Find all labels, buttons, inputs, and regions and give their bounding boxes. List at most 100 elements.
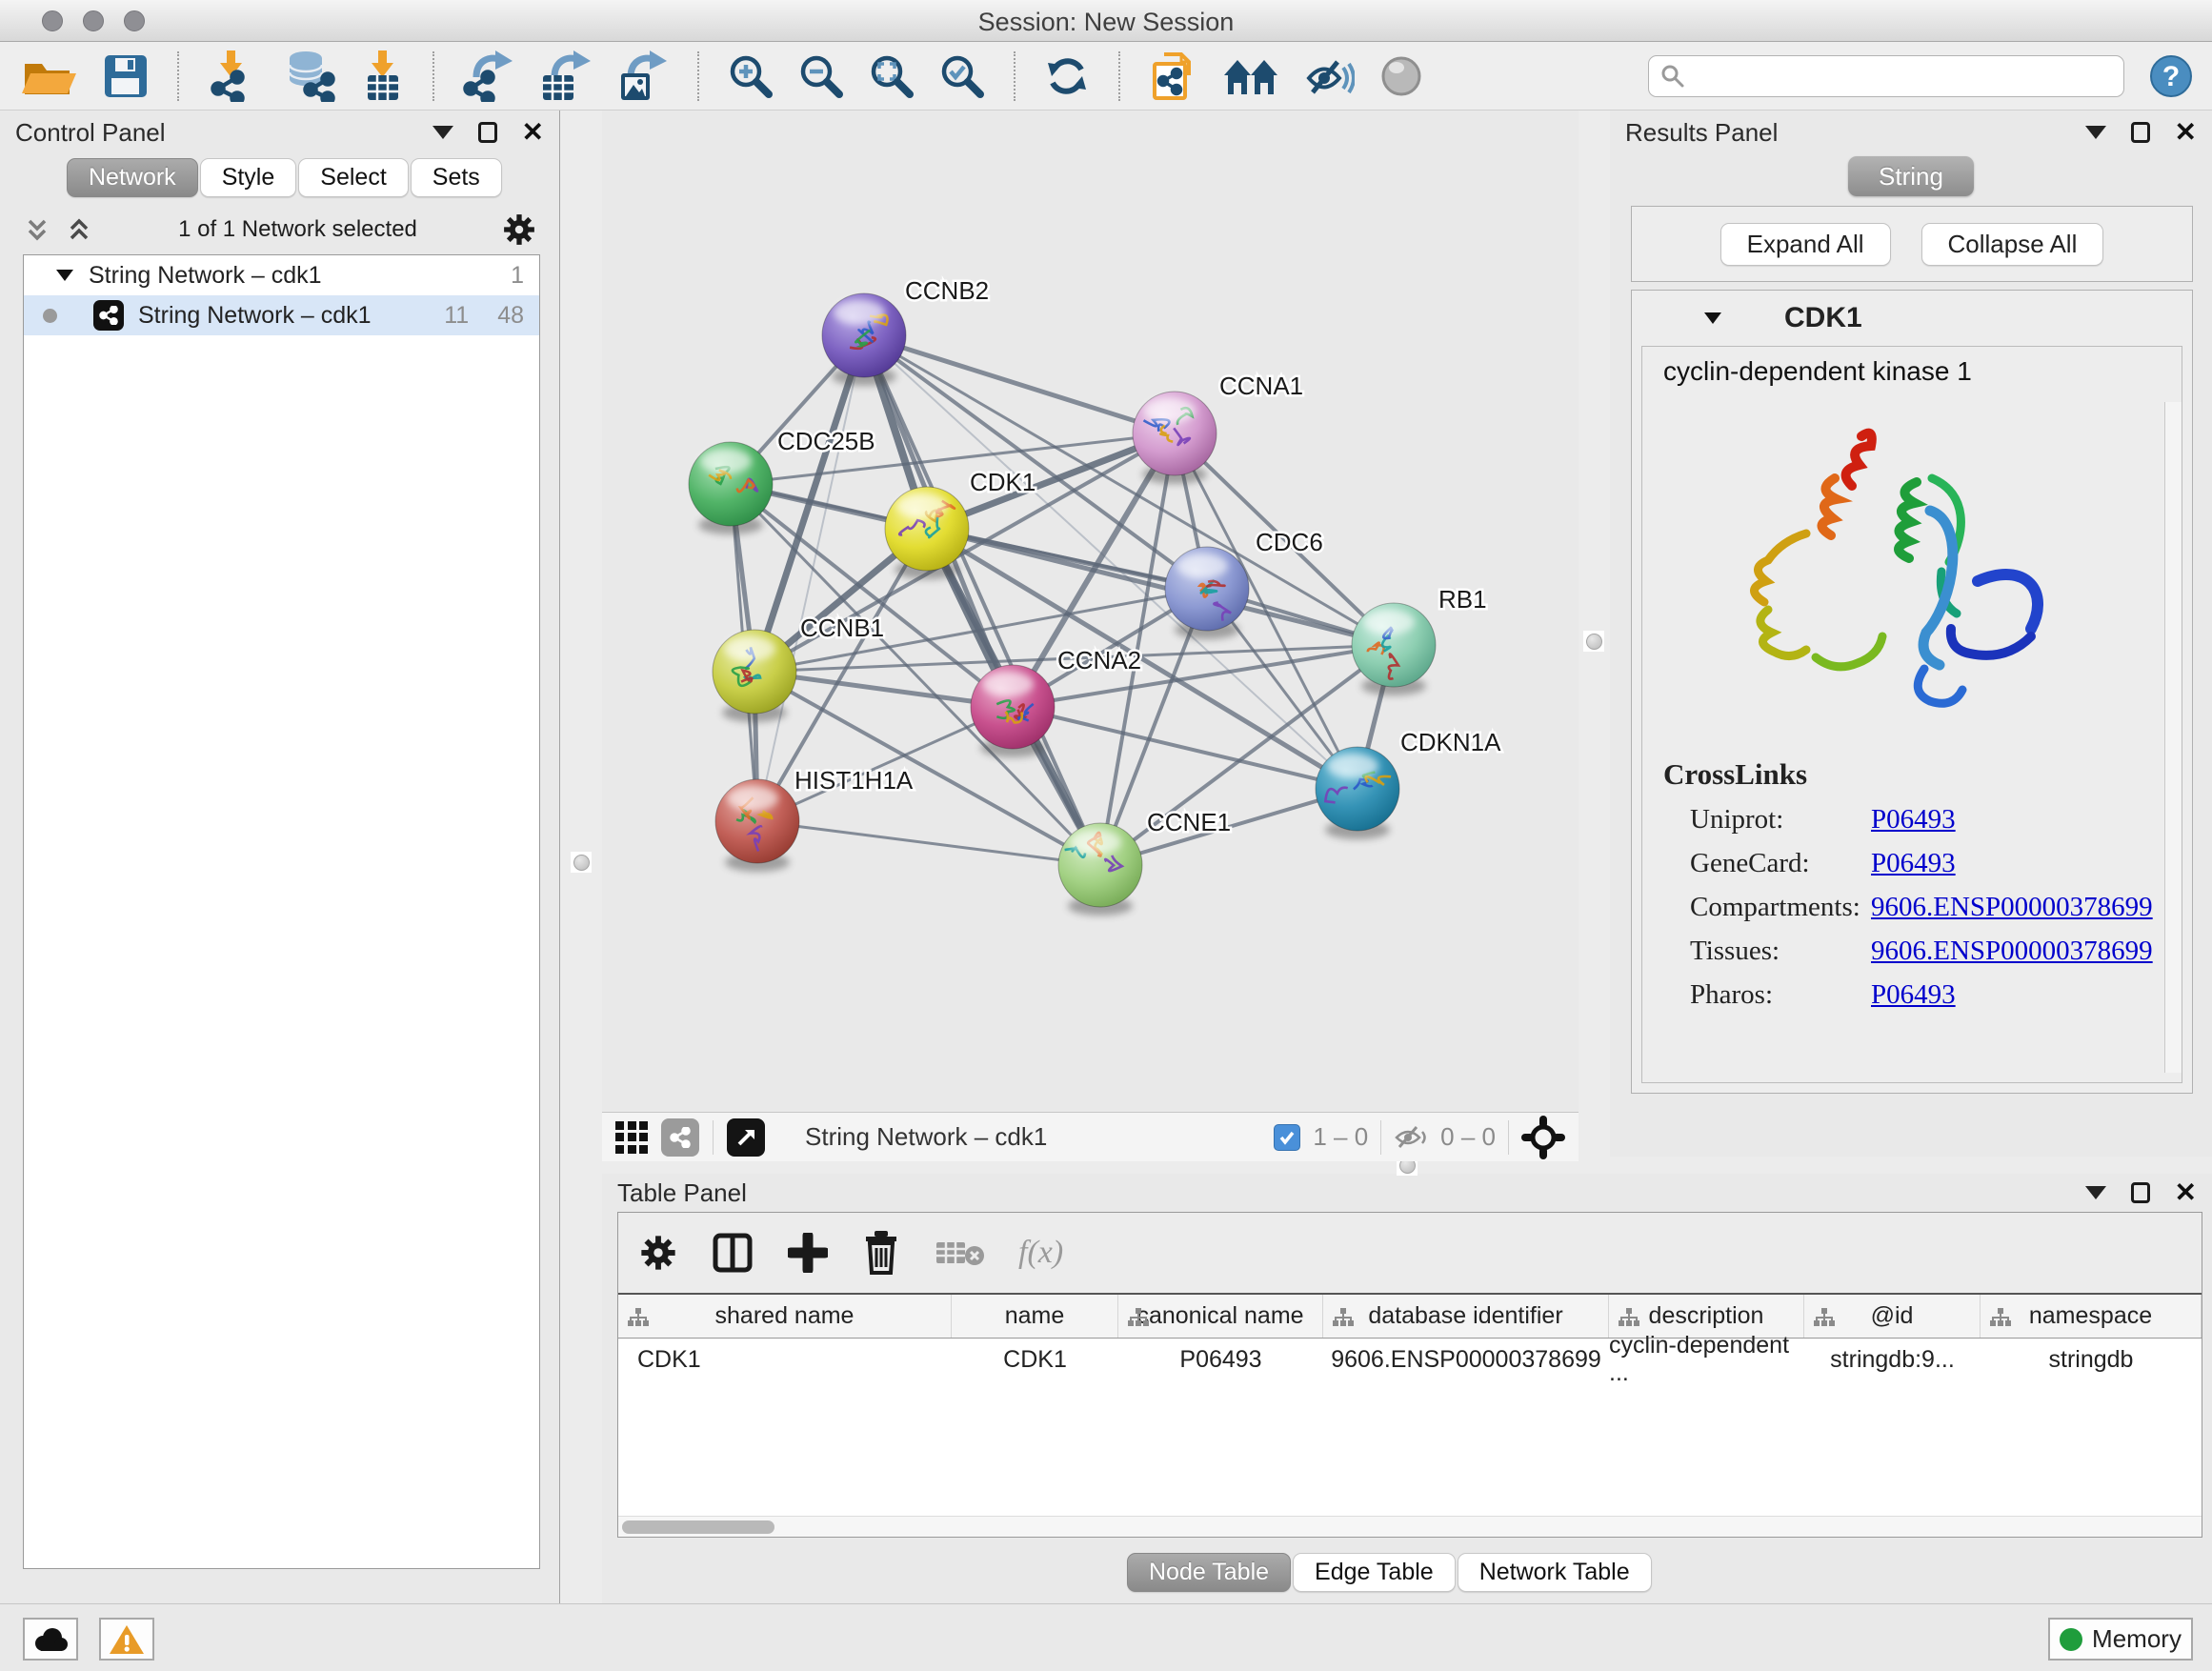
network-node-CCNE1[interactable] <box>1058 823 1142 916</box>
node-label: CDKN1A <box>1400 728 1501 756</box>
column-header-namespace[interactable]: namespace <box>1981 1295 2202 1338</box>
fit-selected-crosshair-icon[interactable] <box>1521 1116 1565 1159</box>
selected-count: 1 – 0 <box>1313 1122 1368 1152</box>
gene-collapse-icon[interactable] <box>1704 312 1721 324</box>
column-header-description[interactable]: description <box>1609 1295 1804 1338</box>
column-header-shared-name[interactable]: shared name <box>618 1295 952 1338</box>
network-node-CDKN1A[interactable] <box>1316 747 1399 839</box>
import-network-icon[interactable] <box>208 50 257 102</box>
control-panel-close-icon[interactable]: ✕ <box>522 119 544 146</box>
network-node-CDC25B[interactable] <box>689 442 773 534</box>
table-hscrollbar-thumb[interactable] <box>622 1520 774 1534</box>
detach-view-icon[interactable] <box>727 1118 765 1157</box>
search-field[interactable] <box>1648 55 2124 97</box>
table-hscrollbar[interactable] <box>618 1516 2202 1537</box>
view-grid-icon[interactable] <box>615 1121 648 1154</box>
network-collection-row[interactable]: String Network – cdk1 1 <box>24 255 539 295</box>
import-database-icon[interactable] <box>282 50 337 102</box>
column-header-name[interactable]: name <box>952 1295 1118 1338</box>
hidden-count: 0 – 0 <box>1440 1122 1496 1152</box>
cloud-status-button[interactable] <box>23 1618 78 1661</box>
show-columns-icon[interactable] <box>712 1232 754 1274</box>
results-panel-title: Results Panel <box>1625 118 1778 148</box>
network-node-CCNA1[interactable] <box>1133 392 1217 484</box>
crosslink-link[interactable]: 9606.ENSP00000378699 <box>1871 936 2153 967</box>
collapse-all-button[interactable]: Collapse All <box>1921 223 2104 266</box>
column-header-database-identifier[interactable]: database identifier <box>1323 1295 1609 1338</box>
expand-all-icon[interactable] <box>65 215 93 244</box>
left-splitter[interactable] <box>560 111 602 1603</box>
network-node-HIST1H1A[interactable] <box>715 779 799 872</box>
view-network-icon[interactable] <box>661 1118 699 1157</box>
hide-panel-eye-icon[interactable] <box>1303 54 1355 98</box>
table-cell[interactable]: CDK1 <box>952 1339 1118 1380</box>
homes-icon[interactable] <box>1223 54 1278 98</box>
memory-button[interactable]: Memory <box>2048 1618 2193 1661</box>
results-scrollbar[interactable] <box>2164 402 2182 1073</box>
tab-edge-table[interactable]: Edge Table <box>1293 1553 1456 1592</box>
table-cell[interactable]: stringdb <box>1981 1339 2202 1380</box>
network-node-RB1[interactable] <box>1352 603 1436 695</box>
column-header--id[interactable]: @id <box>1804 1295 1981 1338</box>
zoom-in-icon[interactable] <box>728 53 774 99</box>
expand-all-button[interactable]: Expand All <box>1720 223 1891 266</box>
table-panel-menu-icon[interactable] <box>2085 1186 2106 1199</box>
control-panel-menu-icon[interactable] <box>432 126 453 139</box>
import-table-icon[interactable] <box>362 50 404 102</box>
control-panel-float-icon[interactable] <box>478 122 497 143</box>
tab-node-table[interactable]: Node Table <box>1127 1553 1291 1592</box>
column-header-canonical-name[interactable]: canonical name <box>1118 1295 1323 1338</box>
results-panel-close-icon[interactable]: ✕ <box>2175 119 2197 146</box>
export-image-icon[interactable] <box>617 50 669 102</box>
results-panel-menu-icon[interactable] <box>2085 126 2106 139</box>
crosslink-link[interactable]: P06493 <box>1871 979 1956 1011</box>
node-label: CCNB1 <box>800 614 884 642</box>
refresh-icon[interactable] <box>1044 53 1090 99</box>
help-button[interactable]: ? <box>2149 54 2193 98</box>
tab-network[interactable]: Network <box>67 158 198 197</box>
gene-section-header[interactable]: CDK1 <box>1632 291 2192 346</box>
network-node-CCNB1[interactable] <box>713 630 796 722</box>
crosslink-link[interactable]: P06493 <box>1871 848 1956 879</box>
zoom-selected-icon[interactable] <box>939 53 985 99</box>
tab-network-table[interactable]: Network Table <box>1458 1553 1652 1592</box>
crosslink-link[interactable]: 9606.ENSP00000378699 <box>1871 892 2153 923</box>
tab-sets[interactable]: Sets <box>411 158 502 197</box>
zoom-out-icon[interactable] <box>798 53 844 99</box>
network-canvas[interactable]: CCNB2CCNA1CDC25BCDK1CDC6RB1CCNB1CCNA2CDK… <box>602 111 1579 1107</box>
save-session-button[interactable] <box>103 53 149 99</box>
results-panel-float-icon[interactable] <box>2131 122 2150 143</box>
tab-select[interactable]: Select <box>298 158 408 197</box>
table-cell[interactable]: cyclin-dependent ... <box>1609 1339 1804 1380</box>
tab-style[interactable]: Style <box>200 158 297 197</box>
table-panel-float-icon[interactable] <box>2131 1182 2150 1203</box>
export-network-icon[interactable] <box>463 50 514 102</box>
tab-string[interactable]: String <box>1848 156 1974 196</box>
network-row-selected[interactable]: String Network – cdk1 11 48 <box>24 295 539 335</box>
table-settings-gear-icon[interactable] <box>639 1234 677 1272</box>
table-cell[interactable]: CDK1 <box>618 1339 952 1380</box>
network-node-CCNB2[interactable] <box>822 293 906 386</box>
table-row[interactable]: CDK1CDK1P064939606.ENSP00000378699cyclin… <box>618 1339 2202 1380</box>
table-cell[interactable]: 9606.ENSP00000378699 <box>1323 1339 1609 1380</box>
table-panel-close-icon[interactable]: ✕ <box>2175 1179 2197 1206</box>
table-cell[interactable]: stringdb:9... <box>1804 1339 1981 1380</box>
node-label: RB1 <box>1438 585 1487 614</box>
eye-sphere-icon[interactable] <box>1379 54 1423 98</box>
open-session-button[interactable] <box>19 52 78 100</box>
collapse-all-icon[interactable] <box>23 215 51 244</box>
delete-column-icon[interactable] <box>862 1231 900 1275</box>
crosslink-link[interactable]: P06493 <box>1871 804 1956 836</box>
node-label: HIST1H1A <box>794 766 914 795</box>
duplicate-network-icon[interactable] <box>1149 50 1198 102</box>
export-table-icon[interactable] <box>539 50 593 102</box>
warnings-button[interactable] <box>99 1618 154 1661</box>
selected-nodes-checkbox[interactable] <box>1274 1124 1300 1151</box>
add-column-icon[interactable] <box>788 1233 828 1273</box>
table-cell[interactable]: P06493 <box>1118 1339 1323 1380</box>
zoom-fit-icon[interactable] <box>869 53 915 99</box>
network-options-gear-icon[interactable] <box>502 212 536 247</box>
search-input[interactable] <box>1693 63 2112 90</box>
right-splitter[interactable] <box>1579 111 1610 1157</box>
collection-expand-icon[interactable] <box>56 270 73 281</box>
